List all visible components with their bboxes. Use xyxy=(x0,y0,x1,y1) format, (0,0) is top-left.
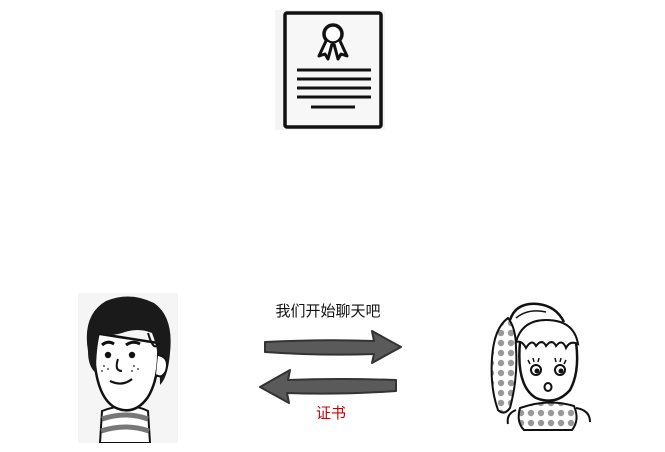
certificate-label: 证书 xyxy=(315,404,346,422)
boy-cartoon xyxy=(78,293,178,444)
chat-request-label: 我们开始聊天吧 xyxy=(275,302,381,320)
arrow-right xyxy=(262,328,404,368)
arrow-left xyxy=(256,366,400,406)
certificate-icon xyxy=(275,10,385,130)
girl-cartoon xyxy=(486,298,596,433)
